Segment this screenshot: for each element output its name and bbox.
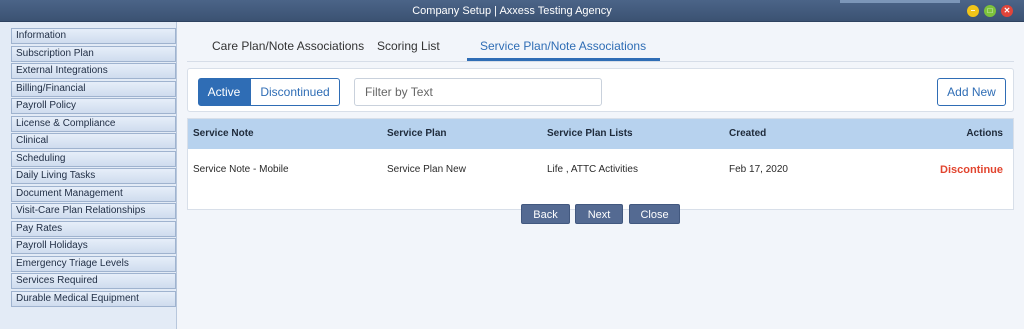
sidebar-item-durable-medical-equipment[interactable]: Durable Medical Equipment bbox=[11, 290, 176, 307]
discontinued-toggle-button[interactable]: Discontinued bbox=[250, 78, 340, 106]
cell-service-note: Service Note - Mobile bbox=[193, 164, 289, 175]
header-service-plan-lists[interactable]: Service Plan Lists bbox=[547, 119, 633, 149]
header-created[interactable]: Created bbox=[729, 119, 766, 149]
sidebar-item-billing-financial[interactable]: Billing/Financial bbox=[11, 80, 176, 97]
sidebar-item-emergency-triage-levels[interactable]: Emergency Triage Levels bbox=[11, 255, 176, 272]
titlebar-strip bbox=[840, 0, 960, 3]
cell-created: Feb 17, 2020 bbox=[729, 164, 788, 175]
add-new-button[interactable]: Add New bbox=[937, 78, 1006, 106]
sidebar-item-external-integrations[interactable]: External Integrations bbox=[11, 63, 176, 79]
close-button[interactable]: Close bbox=[629, 204, 680, 224]
sidebar-item-scheduling[interactable]: Scheduling bbox=[11, 150, 176, 167]
header-service-plan[interactable]: Service Plan bbox=[387, 119, 446, 149]
sidebar-item-license-compliance[interactable]: License & Compliance bbox=[11, 115, 176, 132]
tab-care-plan-note-associations[interactable]: Care Plan/Note Associations bbox=[212, 38, 364, 60]
header-actions: Actions bbox=[966, 128, 1003, 139]
sidebar-item-visit-care-plan-relationships[interactable]: Visit-Care Plan Relationships bbox=[11, 203, 176, 219]
header-service-note[interactable]: Service Note bbox=[193, 119, 254, 149]
tab-service-plan-note-associations[interactable]: Service Plan/Note Associations bbox=[480, 38, 646, 60]
filter-toolbar: Active Discontinued Add New bbox=[187, 68, 1014, 112]
sidebar-item-daily-living-tasks[interactable]: Daily Living Tasks bbox=[11, 168, 176, 184]
sidebar-item-document-management[interactable]: Document Management bbox=[11, 185, 176, 202]
tab-scoring-list[interactable]: Scoring List bbox=[377, 38, 440, 60]
table-header: Service Note Service Plan Service Plan L… bbox=[188, 119, 1013, 149]
close-icon[interactable]: ✕ bbox=[1001, 5, 1013, 17]
table-row: Service Note - Mobile Service Plan New L… bbox=[188, 149, 1013, 191]
sidebar-item-payroll-policy[interactable]: Payroll Policy bbox=[11, 98, 176, 114]
sidebar-item-pay-rates[interactable]: Pay Rates bbox=[11, 220, 176, 237]
sidebar: Information Subscription Plan External I… bbox=[0, 22, 177, 329]
associations-table: Service Note Service Plan Service Plan L… bbox=[187, 118, 1014, 210]
sidebar-item-information[interactable]: Information bbox=[11, 28, 176, 44]
filter-input[interactable] bbox=[354, 78, 602, 106]
window-titlebar: Company Setup | Axxess Testing Agency bbox=[0, 0, 1024, 22]
back-button[interactable]: Back bbox=[521, 204, 570, 224]
sidebar-item-subscription-plan[interactable]: Subscription Plan bbox=[11, 45, 176, 62]
minimize-icon[interactable]: – bbox=[967, 5, 979, 17]
cell-service-plan-lists: Life , ATTC Activities bbox=[547, 164, 638, 175]
discontinue-link[interactable]: Discontinue bbox=[940, 149, 1003, 191]
window-title: Company Setup | Axxess Testing Agency bbox=[412, 5, 612, 17]
tab-divider bbox=[187, 61, 1014, 62]
next-button[interactable]: Next bbox=[575, 204, 623, 224]
sidebar-item-services-required[interactable]: Services Required bbox=[11, 273, 176, 289]
active-tab-indicator bbox=[467, 58, 660, 61]
sidebar-item-clinical[interactable]: Clinical bbox=[11, 133, 176, 149]
maximize-icon[interactable]: □ bbox=[984, 5, 996, 17]
main-panel: Care Plan/Note Associations Scoring List… bbox=[177, 22, 1024, 329]
sidebar-item-payroll-holidays[interactable]: Payroll Holidays bbox=[11, 238, 176, 254]
active-toggle-button[interactable]: Active bbox=[198, 78, 250, 106]
cell-service-plan: Service Plan New bbox=[387, 164, 466, 175]
